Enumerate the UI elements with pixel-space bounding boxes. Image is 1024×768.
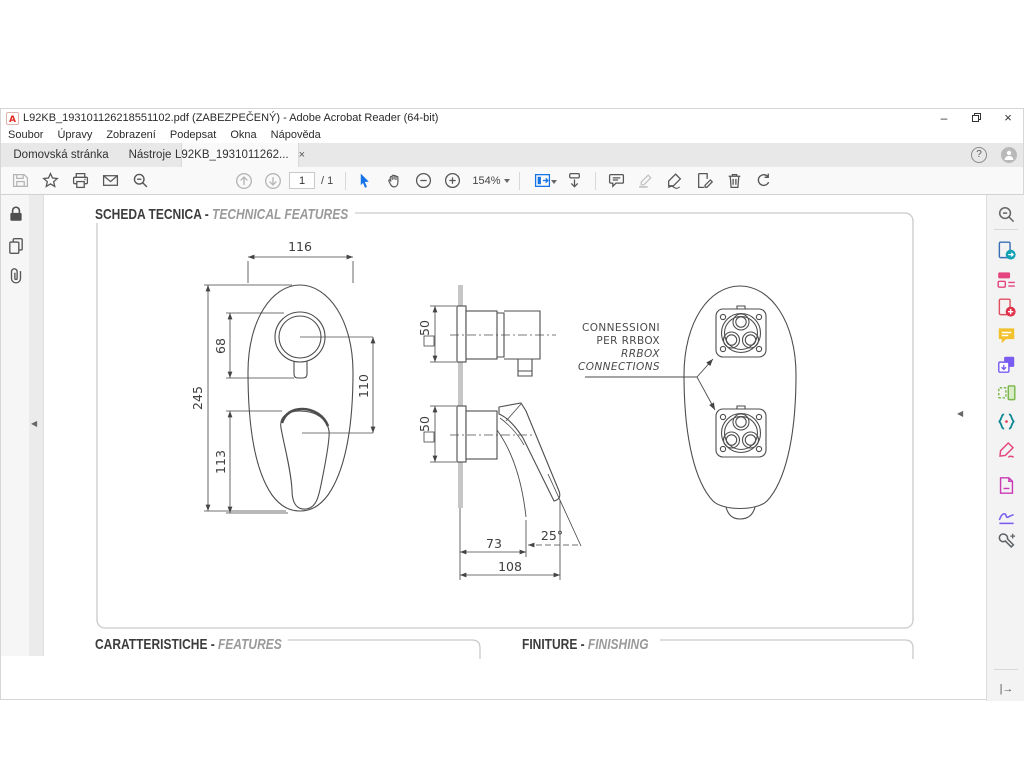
page-fit-dropdown[interactable]: [527, 171, 557, 191]
highlight-tool-button[interactable]: [634, 171, 656, 191]
organize-pages-icon[interactable]: [997, 383, 1016, 402]
toolbar-separator: [595, 172, 596, 190]
search-button[interactable]: [129, 171, 151, 191]
delete-page-button[interactable]: [723, 171, 745, 191]
export-pdf-icon[interactable]: [997, 241, 1016, 260]
menu-bar: Soubor Úpravy Zobrazení Podepsat Okna Ná…: [1, 127, 1023, 143]
toolbar-separator: [519, 172, 520, 190]
attachments-paperclip-icon[interactable]: [6, 266, 25, 285]
search-icon[interactable]: [997, 205, 1016, 224]
page-count-label: / 1: [321, 175, 333, 187]
acrobat-window: A L92KB_193101126218551102.pdf (ZABEZPEČ…: [0, 108, 1024, 700]
rotate-page-button[interactable]: [752, 171, 774, 191]
security-lock-icon[interactable]: [6, 205, 25, 224]
acrobat-app-icon: A: [6, 112, 19, 125]
rail-separator: [994, 669, 1018, 670]
menu-zobrazeni[interactable]: Zobrazení: [99, 128, 163, 142]
previous-page-button[interactable]: [233, 171, 255, 191]
print-button[interactable]: [69, 171, 91, 191]
tab-bar: Domovská stránka Nástroje L92KB_19310112…: [1, 143, 1023, 167]
chevron-down-icon: [504, 179, 510, 183]
document-viewport[interactable]: ◀: [45, 195, 986, 701]
tab-home[interactable]: Domovská stránka: [7, 143, 115, 167]
toolbar-separator: [345, 172, 346, 190]
tab-tools[interactable]: Nástroje: [119, 143, 181, 167]
expand-tools-pane-button[interactable]: |→: [997, 679, 1016, 698]
window-title: L92KB_193101126218551102.pdf (ZABEZPEČEN…: [23, 112, 438, 124]
edit-pdf-icon[interactable]: [997, 270, 1016, 289]
next-page-button[interactable]: [262, 171, 284, 191]
menu-soubor[interactable]: Soubor: [1, 128, 50, 142]
close-button[interactable]: ×: [993, 109, 1023, 127]
select-tool-button[interactable]: [353, 171, 375, 191]
fill-sign-button[interactable]: [663, 171, 685, 191]
combine-files-icon[interactable]: [997, 355, 1016, 374]
edit-page-button[interactable]: [693, 171, 715, 191]
add-tools-wrench-icon[interactable]: [997, 532, 1016, 551]
fill-sign-pen-icon[interactable]: [997, 440, 1016, 459]
zoom-in-button[interactable]: [441, 171, 463, 191]
left-rail: [1, 195, 29, 656]
comment-icon[interactable]: [997, 326, 1016, 345]
tab-document-label: L92KB_1931011262...: [175, 149, 289, 161]
account-avatar[interactable]: [1001, 147, 1017, 163]
menu-upravy[interactable]: Úpravy: [50, 128, 99, 142]
scrolling-mode-button[interactable]: [563, 171, 585, 191]
email-button[interactable]: [99, 171, 121, 191]
svg-text:A: A: [9, 115, 16, 125]
zoom-level-dropdown[interactable]: 154%: [470, 171, 512, 191]
chevron-down-icon: [551, 180, 557, 184]
right-pane-collapse-arrow[interactable]: ◀: [957, 409, 963, 418]
right-tools-rail: |→: [986, 195, 1024, 701]
save-button[interactable]: [9, 171, 31, 191]
left-pane-collapse-arrow[interactable]: ◀: [31, 419, 37, 428]
main-toolbar: / 1 154%: [1, 167, 1023, 195]
hand-tool-button[interactable]: [383, 171, 405, 191]
tab-close-icon[interactable]: ×: [299, 149, 305, 161]
page-number-input[interactable]: [289, 172, 315, 189]
zoom-out-button[interactable]: [412, 171, 434, 191]
star-bookmark-button[interactable]: [39, 171, 61, 191]
menu-okna[interactable]: Okna: [223, 128, 263, 142]
create-pdf-icon[interactable]: [997, 298, 1016, 317]
restore-button[interactable]: [961, 109, 991, 127]
comment-tool-button[interactable]: [605, 171, 627, 191]
menu-napoveda[interactable]: Nápověda: [264, 128, 328, 142]
title-bar: A L92KB_193101126218551102.pdf (ZABEZPEČ…: [1, 109, 1023, 127]
page-thumbnails-icon[interactable]: [6, 237, 25, 256]
tab-document[interactable]: L92KB_1931011262... ×: [181, 143, 299, 167]
compress-pdf-icon[interactable]: [997, 412, 1016, 431]
signature-scribble-icon[interactable]: [997, 507, 1016, 526]
menu-podepsat[interactable]: Podepsat: [163, 128, 223, 142]
request-signatures-icon[interactable]: [997, 476, 1016, 495]
minimize-button[interactable]: –: [929, 109, 959, 127]
help-button[interactable]: ?: [971, 147, 987, 163]
zoom-level-value: 154%: [472, 175, 500, 187]
rail-separator: [994, 229, 1018, 230]
